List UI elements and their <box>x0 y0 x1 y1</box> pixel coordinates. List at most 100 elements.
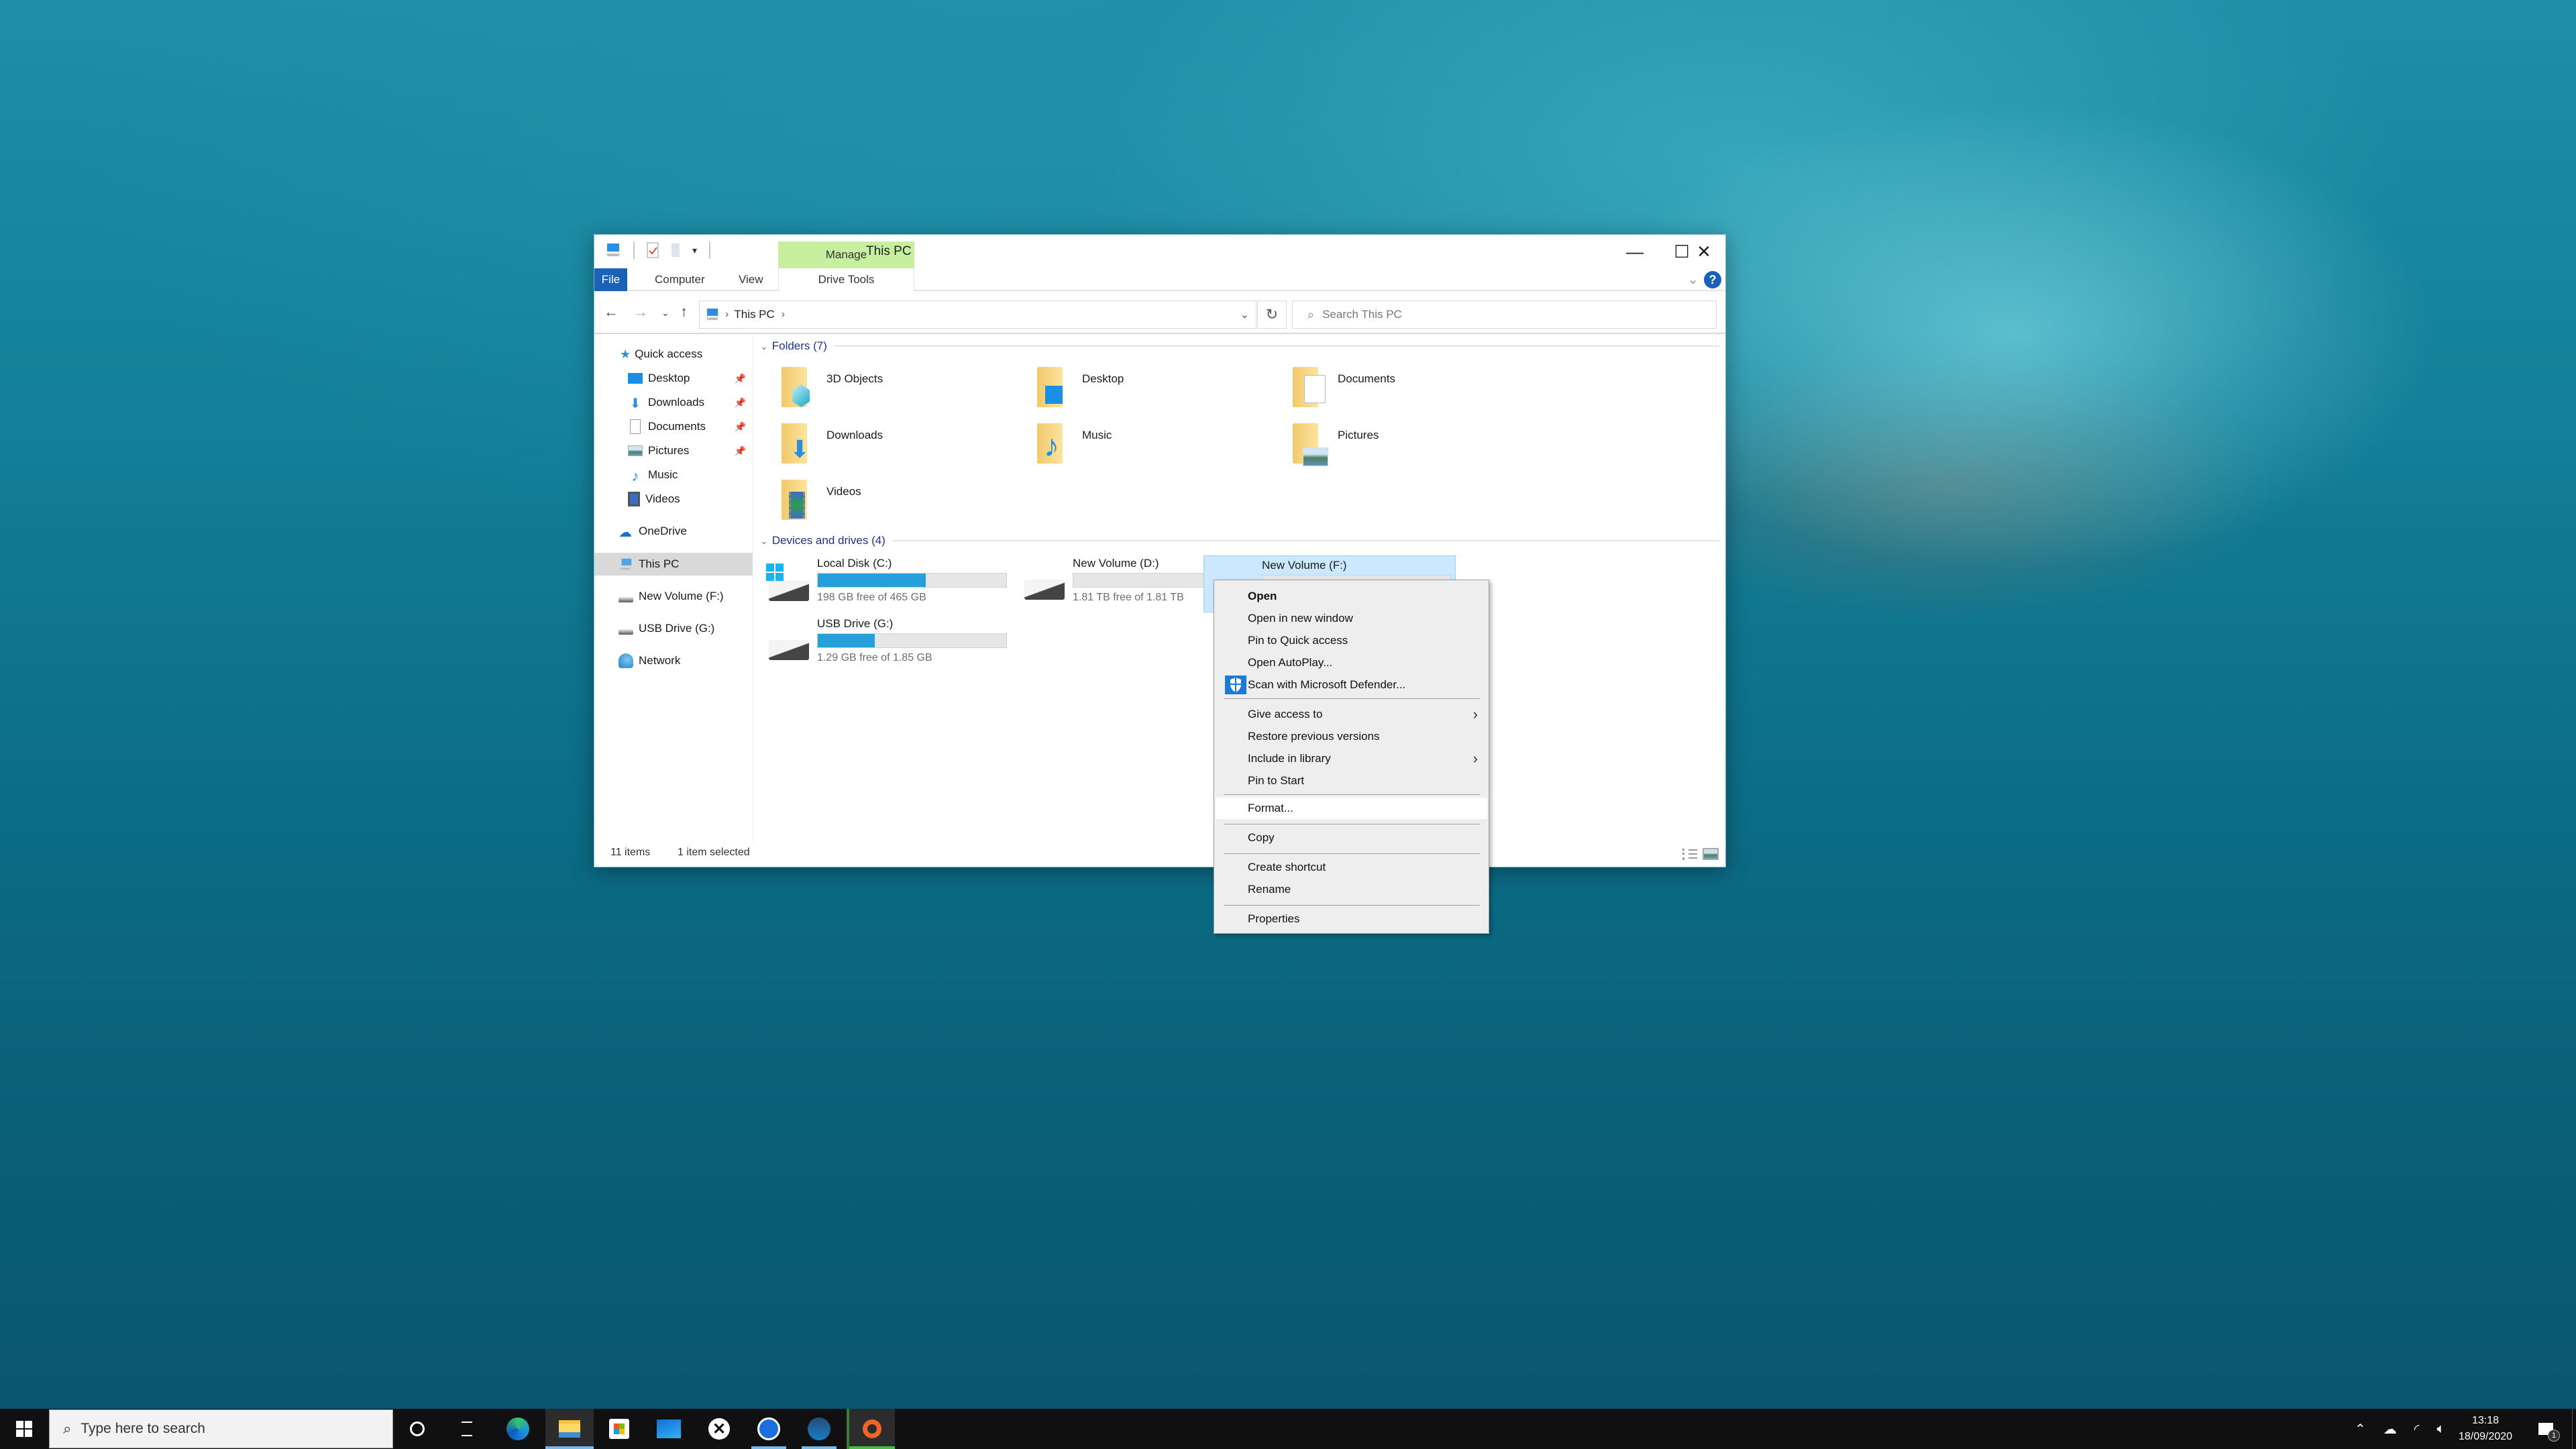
drives-group-header[interactable]: ⌄ Devices and drives (4) <box>760 534 1719 547</box>
windows-logo-icon <box>16 1421 32 1437</box>
details-view-button[interactable] <box>1682 848 1697 860</box>
nav-desktop[interactable]: Desktop 📌 <box>594 368 753 389</box>
notification-badge: 1 <box>2548 1430 2560 1442</box>
taskbar-origin[interactable] <box>847 1409 895 1449</box>
properties-icon[interactable] <box>647 242 659 258</box>
taskbar-xbox[interactable]: ✕ <box>695 1409 743 1449</box>
this-pc-icon <box>619 558 632 570</box>
folders-group-header[interactable]: ⌄ Folders (7) <box>760 339 1719 353</box>
menu-item-copy[interactable]: Copy <box>1216 827 1487 849</box>
title-bar[interactable]: ▾ Manage This PC — ☐ ✕ <box>594 235 1725 268</box>
cortana-button[interactable] <box>393 1409 441 1449</box>
drive-icon <box>619 597 633 602</box>
nav-label: Quick access <box>635 347 703 360</box>
nav-quick-access[interactable]: ★ Quick access <box>594 343 753 365</box>
tab-drive-tools[interactable]: Drive Tools <box>778 268 914 291</box>
forward-button[interactable]: → <box>633 303 648 321</box>
menu-item-give-access[interactable]: Give access to › <box>1216 704 1487 725</box>
folder-downloads[interactable]: ⬇ Downloads <box>780 422 1028 476</box>
nav-videos[interactable]: Videos <box>594 488 753 510</box>
menu-item-pin-start[interactable]: Pin to Start <box>1216 770 1487 792</box>
menu-separator <box>1224 698 1480 699</box>
steam-icon <box>808 1417 830 1440</box>
nav-documents[interactable]: Documents 📌 <box>594 416 753 437</box>
back-button[interactable]: ← <box>604 303 619 321</box>
taskbar-edge[interactable] <box>494 1409 542 1449</box>
breadcrumb-chevron-icon[interactable]: › <box>782 309 785 321</box>
breadcrumb-this-pc[interactable]: This PC <box>734 308 774 321</box>
nav-label: New Volume (F:) <box>639 590 724 602</box>
folder-music[interactable]: ♪ Music <box>1036 422 1284 476</box>
taskbar-search-input[interactable]: ⌕ Type here to search <box>49 1409 393 1448</box>
minimize-button[interactable]: — <box>1611 235 1658 268</box>
taskbar-steam[interactable] <box>795 1409 843 1449</box>
menu-item-rename[interactable]: Rename <box>1216 879 1487 900</box>
drive-c[interactable]: Local Disk (C:) 198 GB free of 465 GB <box>763 554 1016 610</box>
menu-item-format[interactable]: Format... <box>1216 798 1487 819</box>
expand-ribbon-icon[interactable]: ⌄ <box>1687 271 1699 288</box>
nav-label: Downloads <box>648 396 705 409</box>
clock[interactable]: 13:18 18/09/2020 <box>2449 1409 2522 1449</box>
nav-this-pc[interactable]: This PC <box>594 553 753 576</box>
folder-pictures[interactable]: Pictures <box>1291 422 1540 476</box>
menu-item-open[interactable]: Open <box>1216 586 1487 607</box>
nav-label: Documents <box>648 420 706 433</box>
customize-toolbar-icon[interactable]: ▾ <box>692 245 697 256</box>
folder-desktop[interactable]: Desktop <box>1036 366 1284 419</box>
task-view-button[interactable] <box>443 1409 491 1449</box>
menu-item-restore-versions[interactable]: Restore previous versions <box>1216 726 1487 747</box>
menu-item-include-library[interactable]: Include in library › <box>1216 748 1487 769</box>
help-icon[interactable]: ? <box>1704 271 1721 288</box>
origin-icon <box>863 1419 881 1438</box>
menu-item-open-new-window[interactable]: Open in new window <box>1216 608 1487 629</box>
taskbar-file-explorer[interactable] <box>545 1409 594 1449</box>
search-input[interactable]: ⌕ Search This PC <box>1292 301 1717 329</box>
taskbar: ⌕ Type here to search ✕ ⌃ ☁ ◜ 🔈︎ 13:18 1… <box>0 1409 2576 1449</box>
nav-downloads[interactable]: ⬇ Downloads 📌 <box>594 392 753 413</box>
refresh-button[interactable]: ↻ <box>1257 301 1287 329</box>
breadcrumb-chevron-icon: › <box>725 309 729 320</box>
start-button[interactable] <box>0 1409 48 1449</box>
large-icons-view-button[interactable] <box>1703 848 1719 860</box>
folder-label: Videos <box>826 485 861 498</box>
menu-separator <box>1224 905 1480 906</box>
taskbar-store[interactable] <box>595 1409 643 1449</box>
menu-item-create-shortcut[interactable]: Create shortcut <box>1216 857 1487 878</box>
show-desktop-button[interactable] <box>2572 1409 2576 1449</box>
drive-g[interactable]: USB Drive (G:) 1.29 GB free of 1.85 GB <box>763 614 1016 671</box>
address-dropdown-icon[interactable]: ⌄ <box>1240 308 1249 321</box>
tab-view[interactable]: View <box>739 268 763 291</box>
folder-3d-objects[interactable]: 3D Objects <box>780 366 1028 419</box>
folder-videos[interactable]: Videos <box>780 478 1028 532</box>
selection-count: 1 item selected <box>678 847 750 858</box>
nav-usb-drive-g[interactable]: USB Drive (G:) <box>594 618 753 639</box>
nav-new-volume-f[interactable]: New Volume (F:) <box>594 586 753 607</box>
folder-3d-objects-icon <box>780 366 819 413</box>
nav-network[interactable]: Network <box>594 650 753 672</box>
new-folder-icon[interactable] <box>671 242 680 258</box>
tab-computer[interactable]: Computer <box>655 268 705 291</box>
volume-icon[interactable]: 🔈︎ <box>2437 1421 2445 1437</box>
folder-music-icon: ♪ <box>1036 422 1075 469</box>
address-bar[interactable]: › This PC › ⌄ <box>699 301 1256 329</box>
nav-pictures[interactable]: Pictures 📌 <box>594 440 753 462</box>
store-icon <box>609 1419 629 1439</box>
menu-item-open-autoplay[interactable]: Open AutoPlay... <box>1216 652 1487 674</box>
action-center-button[interactable]: 1 <box>2529 1409 2563 1449</box>
close-button[interactable]: ✕ <box>1681 235 1727 268</box>
recent-locations-icon[interactable]: ⌄ <box>661 307 669 319</box>
onedrive-tray-icon[interactable]: ☁ <box>2383 1421 2397 1438</box>
taskbar-uplay[interactable] <box>745 1409 793 1449</box>
menu-item-pin-quick-access[interactable]: Pin to Quick access <box>1216 630 1487 651</box>
system-tray: ⌃ ☁ ◜ 🔈︎ <box>2355 1409 2445 1449</box>
menu-item-properties[interactable]: Properties <box>1216 908 1487 930</box>
folder-documents[interactable]: Documents <box>1291 366 1540 419</box>
menu-item-scan-defender[interactable]: Scan with Microsoft Defender... <box>1216 674 1487 696</box>
nav-music[interactable]: ♪ Music <box>594 464 753 486</box>
nav-onedrive[interactable]: ☁ OneDrive <box>594 521 753 542</box>
show-hidden-icons-button[interactable]: ⌃ <box>2355 1421 2366 1438</box>
wifi-icon[interactable]: ◜ <box>2414 1421 2420 1438</box>
taskbar-mail[interactable] <box>645 1409 693 1449</box>
tab-file[interactable]: File <box>594 268 627 291</box>
up-button[interactable]: ↑ <box>680 303 688 321</box>
